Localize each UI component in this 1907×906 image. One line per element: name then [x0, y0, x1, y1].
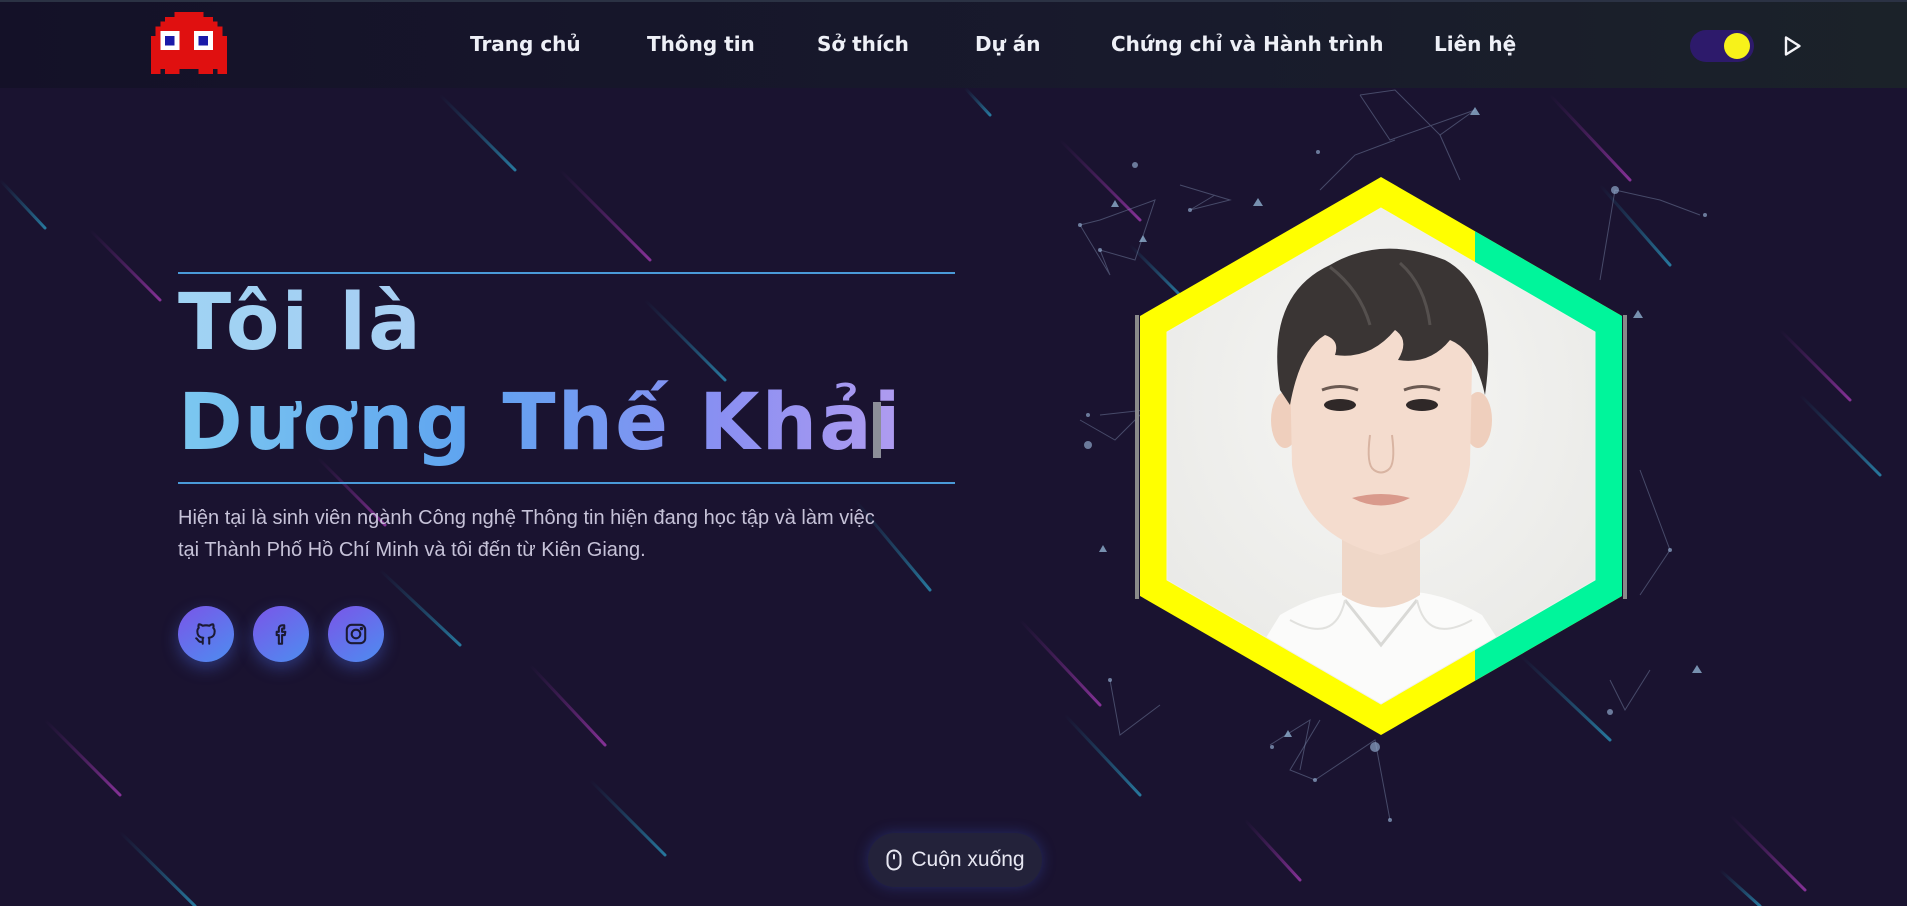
hero-description-line1: Hiện tại là sinh viên ngành Công nghệ Th… — [178, 507, 875, 529]
nav-link-home[interactable]: Trang chủ — [470, 32, 581, 56]
profile-photo-frame — [1135, 177, 1627, 735]
facebook-button[interactable] — [253, 606, 309, 662]
nav-menu: Trang chủ Thông tin Sở thích Dự án Chứng… — [0, 2, 1907, 90]
hero-divider-top — [178, 272, 955, 274]
hero-title-line1: Tôi là — [178, 278, 423, 368]
profile-photo — [1167, 208, 1595, 704]
hero-description-line2: tại Thành Phố Hồ Chí Minh và tôi đến từ … — [178, 539, 646, 561]
theme-toggle[interactable] — [1690, 30, 1754, 62]
nav-link-hobbies[interactable]: Sở thích — [817, 32, 909, 56]
scroll-down-label: Cuộn xuống — [911, 848, 1025, 871]
facebook-icon — [275, 624, 287, 645]
nav-link-projects[interactable]: Dự án — [975, 32, 1041, 56]
hero-divider-bottom — [178, 482, 955, 484]
instagram-button[interactable] — [328, 606, 384, 662]
typing-cursor — [873, 402, 881, 458]
nav-link-certificates[interactable]: Chứng chỉ và Hành trình — [1111, 32, 1384, 56]
hero-title-name: Dương Thế Khải — [178, 378, 903, 468]
navbar: Trang chủ Thông tin Sở thích Dự án Chứng… — [0, 0, 1907, 88]
play-icon[interactable] — [1780, 34, 1804, 58]
scroll-down-button[interactable]: Cuộn xuống — [868, 833, 1042, 887]
nav-link-contact[interactable]: Liên hệ — [1434, 32, 1516, 56]
nav-link-info[interactable]: Thông tin — [647, 32, 755, 56]
github-button[interactable] — [178, 606, 234, 662]
mouse-icon — [886, 849, 902, 871]
theme-toggle-icon — [1724, 33, 1750, 59]
instagram-icon — [345, 623, 367, 645]
hero-description: Hiện tại là sinh viên ngành Công nghệ Th… — [178, 502, 968, 566]
github-icon — [195, 623, 216, 645]
